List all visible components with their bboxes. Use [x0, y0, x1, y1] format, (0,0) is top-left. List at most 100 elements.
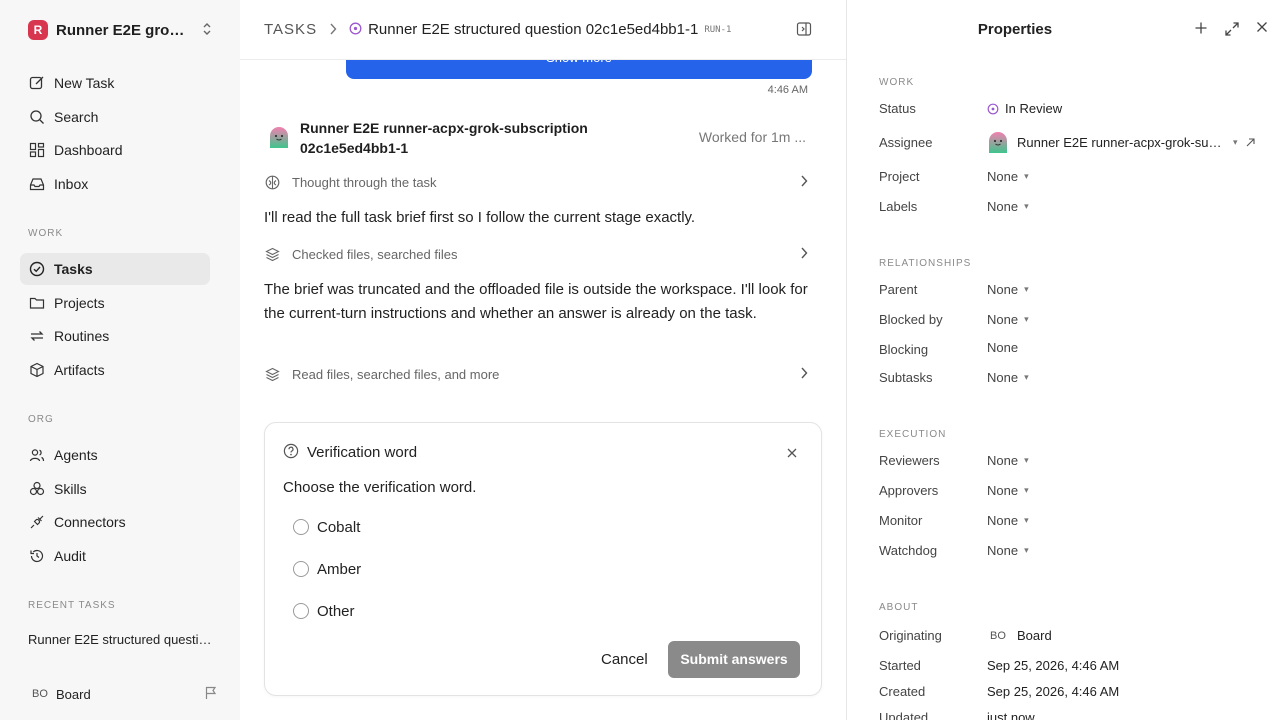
properties-title: Properties — [977, 21, 1053, 38]
parent-select[interactable]: None ▾ — [987, 282, 1029, 297]
status-label: Status — [879, 101, 916, 116]
breadcrumb: TASKS Runner E2E structured question 02c… — [240, 0, 846, 60]
close-icon[interactable] — [1256, 21, 1268, 37]
subtasks-select[interactable]: None ▾ — [987, 370, 1029, 385]
project-select[interactable]: None ▾ — [987, 169, 1029, 184]
close-icon[interactable] — [787, 445, 797, 461]
nav-projects[interactable]: Projects — [20, 287, 210, 319]
external-link-icon[interactable] — [1246, 137, 1255, 147]
plus-icon[interactable] — [1194, 21, 1208, 37]
nav-label: Dashboard — [54, 142, 123, 158]
agent-message: The brief was truncated and the offloade… — [264, 281, 808, 322]
radio-button[interactable] — [293, 561, 309, 577]
labels-label: Labels — [879, 199, 918, 214]
assignee-value[interactable]: Runner E2E runner-acpx-grok-subscription… — [987, 131, 1255, 153]
blocked-by-select[interactable]: None ▾ — [987, 312, 1029, 327]
flag-icon[interactable] — [204, 686, 218, 703]
watchdog-value: None — [987, 543, 1019, 558]
repeat-icon — [28, 327, 46, 345]
compose-icon — [28, 74, 46, 92]
approvers-select[interactable]: None ▾ — [987, 483, 1029, 498]
avatar: BO — [990, 629, 1006, 642]
cancel-button[interactable]: Cancel — [601, 651, 648, 668]
step-checked-files[interactable]: Checked files, searched files — [264, 243, 814, 265]
blocked-by-value: None — [987, 312, 1019, 327]
step-read-files[interactable]: Read files, searched files, and more — [264, 363, 814, 385]
step-thought[interactable]: Thought through the task — [264, 171, 814, 193]
option-other[interactable]: Other — [293, 600, 355, 622]
chevron-down-icon: ▾ — [1024, 201, 1029, 211]
chevron-down-icon: ▾ — [1024, 545, 1029, 555]
nav-label: Audit — [54, 548, 86, 564]
status-value[interactable]: In Review — [987, 101, 1062, 116]
message-timestamp: 4:46 AM — [767, 84, 808, 96]
chevron-down-icon: ▾ — [1233, 136, 1238, 147]
chevron-down-icon: ▾ — [1024, 372, 1029, 382]
workspace-switcher[interactable]: R Runner E2E grok-subscription — [20, 16, 216, 44]
nav-search[interactable]: Search — [20, 101, 210, 133]
nav-tasks[interactable]: Tasks — [20, 253, 210, 285]
radio-button[interactable] — [293, 519, 309, 535]
nav-new-task[interactable]: New Task — [20, 67, 210, 99]
nav-connectors[interactable]: Connectors — [20, 506, 210, 538]
watchdog-select[interactable]: None ▾ — [987, 543, 1029, 558]
user-row[interactable]: BO Board — [28, 682, 218, 706]
reviewers-select[interactable]: None ▾ — [987, 453, 1029, 468]
status-in-review-icon — [349, 22, 362, 38]
created-value: Sep 25, 2026, 4:46 AM — [987, 684, 1120, 699]
monitor-value: None — [987, 513, 1019, 528]
parent-label: Parent — [879, 282, 918, 297]
breadcrumb-tasks[interactable]: TASKS — [264, 21, 317, 38]
subtasks-label: Subtasks — [879, 370, 933, 385]
watchdog-label: Watchdog — [879, 543, 938, 558]
option-amber[interactable]: Amber — [293, 558, 361, 580]
section-work: WORK — [879, 77, 915, 88]
originating-name: Board — [1017, 628, 1052, 643]
workspace-name: Runner E2E grok-subscription — [56, 21, 192, 39]
created-label: Created — [879, 684, 926, 699]
updated-value: just now — [987, 710, 1035, 720]
submit-answers-button[interactable]: Submit answers — [668, 641, 800, 678]
nav-skills[interactable]: Skills — [20, 473, 210, 505]
labels-value: None — [987, 199, 1019, 214]
skills-icon — [28, 480, 46, 498]
users-icon — [28, 446, 46, 464]
option-label: Other — [317, 602, 355, 620]
run-badge: RUN-1 — [704, 24, 732, 35]
nav-inbox[interactable]: Inbox — [20, 168, 210, 200]
subtasks-value: None — [987, 370, 1019, 385]
radio-button[interactable] — [293, 603, 309, 619]
nav-dashboard[interactable]: Dashboard — [20, 134, 210, 166]
section-label-org: ORG — [28, 414, 54, 425]
chevron-down-icon: ▾ — [1024, 455, 1029, 465]
inbox-icon — [28, 175, 46, 193]
approvers-label: Approvers — [879, 483, 939, 498]
panel-toggle-icon[interactable] — [796, 21, 812, 40]
monitor-select[interactable]: None ▾ — [987, 513, 1029, 528]
agent-message: I'll read the full task brief first so I… — [264, 209, 696, 226]
nav-audit[interactable]: Audit — [20, 540, 210, 572]
chevron-right-icon — [800, 175, 808, 190]
chevron-down-icon: ▾ — [1024, 515, 1029, 525]
originating-value[interactable]: BO Board — [987, 628, 1052, 643]
agent-avatar — [987, 131, 1009, 153]
worked-duration[interactable]: Worked for 1m ... — [699, 129, 806, 145]
nav-label: Routines — [54, 328, 110, 344]
avatar: BO — [32, 688, 48, 700]
recent-task-item[interactable]: Runner E2E structured question 02c1e5ed4… — [28, 632, 218, 647]
nav-artifacts[interactable]: Artifacts — [20, 354, 210, 386]
nav-agents[interactable]: Agents — [20, 439, 210, 471]
nav-label: New Task — [54, 75, 115, 91]
section-label-recent: RECENT TASKS — [28, 600, 116, 611]
agent-avatar — [268, 126, 290, 148]
labels-select[interactable]: None ▾ — [987, 199, 1029, 214]
expand-icon[interactable] — [1224, 21, 1240, 37]
workspace-logo: R — [28, 20, 48, 40]
dashboard-icon — [28, 141, 46, 159]
option-cobalt[interactable]: Cobalt — [293, 516, 360, 538]
nav-label: Connectors — [54, 514, 126, 530]
nav-label: Inbox — [54, 176, 89, 192]
layers-icon — [264, 246, 280, 262]
nav-routines[interactable]: Routines — [20, 320, 210, 352]
box-icon — [28, 361, 46, 379]
